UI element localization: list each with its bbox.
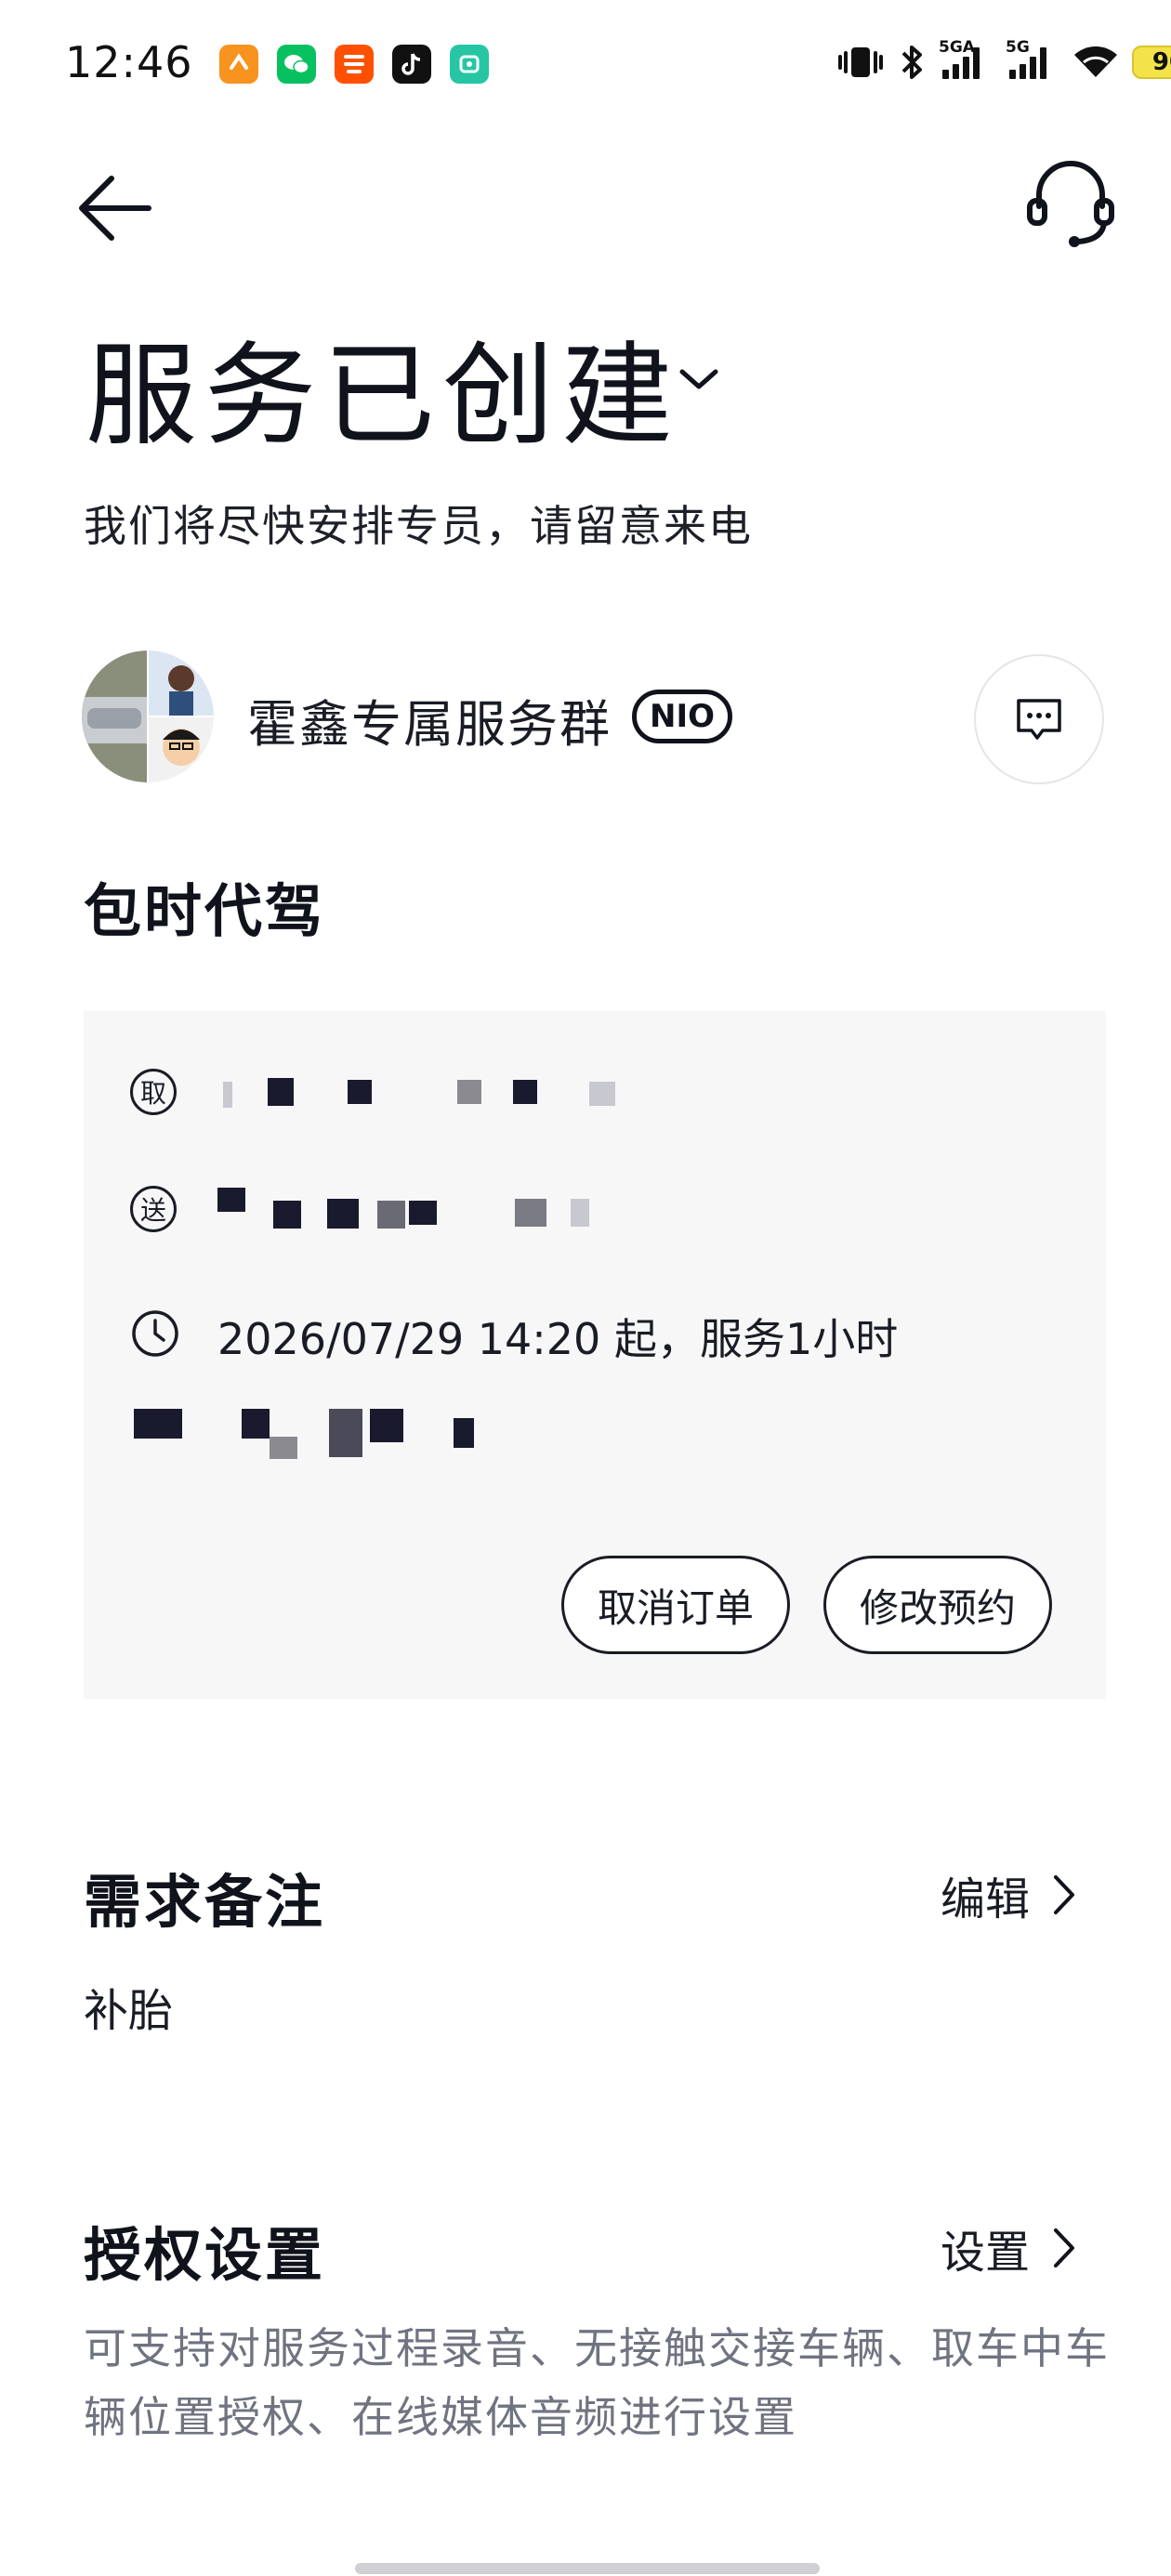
edit-notes-label: 编辑 — [941, 1873, 1031, 1925]
page-subtitle: 我们将尽快安排专员，请留意来电 — [84, 501, 753, 551]
tiktok-icon — [392, 45, 431, 84]
extra-info-redacted — [130, 1400, 502, 1465]
home-indicator[interactable] — [355, 2563, 820, 2574]
signal-5g-icon: 5G — [1006, 38, 1059, 79]
app-icon-orange — [219, 45, 258, 84]
pickup-label: 取 — [130, 1069, 177, 1115]
group-chat-button[interactable] — [974, 654, 1104, 784]
chat-bubble-icon — [1017, 699, 1061, 740]
auth-settings-label: 设置 — [941, 2227, 1031, 2279]
status-time: 12:46 — [65, 37, 193, 87]
auth-title: 授权设置 — [84, 2221, 326, 2289]
wifi-icon — [1074, 46, 1117, 77]
notes-title: 需求备注 — [84, 1868, 326, 1936]
taobao-shangou-icon — [335, 45, 374, 84]
notes-content: 补胎 — [84, 1985, 174, 2037]
wechat-icon — [277, 45, 316, 84]
vibrate-icon — [838, 47, 883, 77]
back-button[interactable] — [71, 165, 156, 251]
signal-5ga-icon: 5GA — [939, 38, 993, 79]
bluetooth-icon — [901, 46, 922, 79]
nio-badge: NIO — [632, 690, 732, 743]
page-title: 服务已创建 — [86, 332, 680, 461]
group-avatar[interactable] — [82, 651, 214, 782]
dropoff-address-redacted — [217, 1182, 626, 1234]
status-dropdown-chevron[interactable] — [673, 353, 725, 405]
edit-notes-link[interactable]: 编辑 — [941, 1862, 1078, 1927]
clock-icon — [132, 1310, 178, 1357]
chevron-down-icon — [679, 369, 718, 389]
pickup-address-redacted — [217, 1069, 626, 1115]
chevron-right-icon — [1054, 2228, 1075, 2267]
status-icons: 5GA 5G 90 — [836, 38, 1171, 85]
mi-home-icon — [450, 45, 489, 84]
auth-settings-link[interactable]: 设置 — [941, 2215, 1078, 2280]
chevron-right-icon — [1054, 1875, 1075, 1914]
back-arrow-icon — [79, 176, 151, 241]
dropoff-label: 送 — [130, 1186, 177, 1232]
time-icon-wrap — [130, 1308, 180, 1359]
auth-description: 可支持对服务过程录音、无接触交接车辆、取车中车辆位置授权、在线媒体音频进行设置 — [84, 2323, 1110, 2442]
service-time: 2026/07/29 14:20 起，服务1小时 — [217, 1314, 899, 1364]
battery-indicator: 90 — [1132, 46, 1171, 79]
cancel-order-button[interactable]: 取消订单 — [561, 1556, 790, 1654]
headset-icon — [1027, 161, 1114, 247]
service-type-title: 包时代驾 — [84, 877, 326, 945]
group-name[interactable]: 霍鑫专属服务群 — [247, 683, 612, 756]
customer-service-button[interactable] — [1022, 158, 1119, 251]
modify-booking-button[interactable]: 修改预约 — [823, 1556, 1052, 1654]
